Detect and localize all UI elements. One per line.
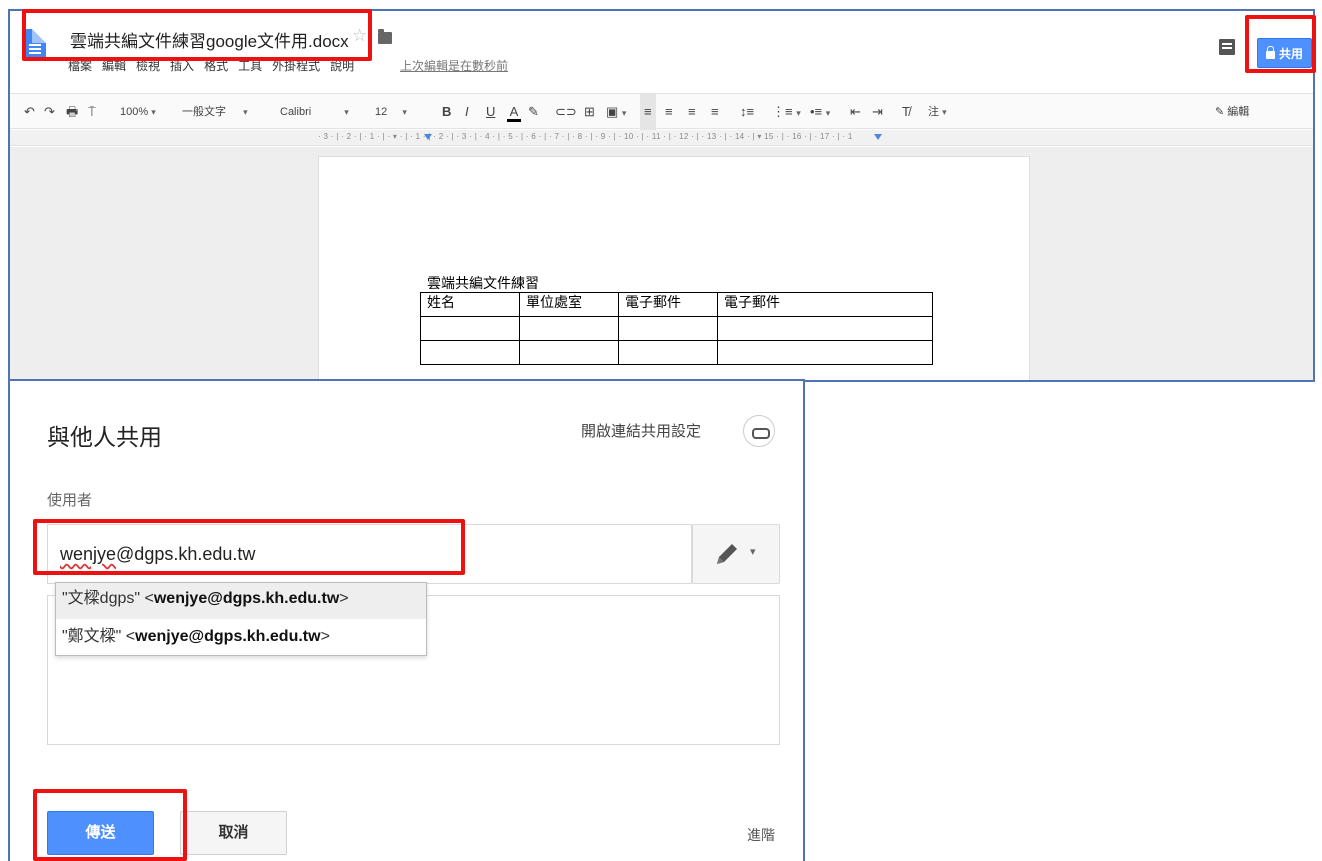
autocomplete-item[interactable]: "文樑dgps" <wenjye@dgps.kh.edu.tw> [56,583,426,619]
ruler[interactable]: · 3 · | · 2 · | · 1 · | · ▾ · | · 1 · | … [10,130,1313,146]
last-edit-status[interactable]: 上次編輯是在數秒前 [400,57,508,74]
print-icon[interactable]: 🖶 [66,94,78,130]
zoom-select[interactable]: 100% ▾ [120,94,156,130]
folder-icon[interactable] [378,29,392,44]
docs-window: 雲端共編文件練習google文件用.docx ☆ 檔案 編輯 檢視 插入 格式 … [8,9,1315,382]
formatting-toolbar: ↶ ↷ 🖶 ⍑ 100% ▾ 一般文字 ▾ Calibri ▾ 12 ▾ B I… [10,93,1313,130]
menu-view[interactable]: 檢視 [136,57,160,74]
table-cell[interactable] [618,316,718,341]
lock-icon [1265,45,1275,59]
bold-button[interactable]: B [442,94,451,130]
document-heading[interactable]: 雲端共編文件練習 [427,273,539,293]
redo-icon[interactable]: ↷ [44,94,55,130]
font-select[interactable]: Calibri ▾ [280,94,349,130]
insert-comment-icon[interactable]: ⊞ [584,94,595,130]
share-dialog: 與他人共用 開啟連結共用設定 使用者 wenjye@dgps.kh.edu.tw… [8,379,805,861]
decrease-indent-icon[interactable]: ⇤ [850,94,861,130]
table-row [420,340,933,365]
menu-help[interactable]: 說明 [330,57,354,74]
table-cell[interactable]: 單位處室 [519,292,619,317]
text-color-button[interactable]: A [507,94,521,130]
table-row [420,316,933,341]
table-cell[interactable] [717,340,933,365]
table-cell[interactable]: 姓名 [420,292,520,317]
link-icon[interactable]: ⊂⊃ [555,94,577,130]
menu-insert[interactable]: 插入 [170,57,194,74]
input-domain-text: @dgps.kh.edu.tw [116,544,256,564]
table-cell[interactable] [420,316,520,341]
table-cell[interactable] [519,316,619,341]
line-spacing-icon[interactable]: ↕≡ [740,94,754,130]
cancel-button[interactable]: 取消 [180,811,287,855]
document-table[interactable]: 姓名 單位處室 電子郵件 電子郵件 [420,292,933,365]
spellcheck-word: wenjye [60,544,117,564]
table-cell[interactable] [717,316,933,341]
clear-formatting-icon[interactable]: T̸ [902,94,910,130]
table-cell[interactable] [420,340,520,365]
editing-mode-button[interactable]: ✎ 編輯 [1215,94,1249,130]
table-cell[interactable] [618,340,718,365]
chevron-down-icon: ▾ [750,546,756,558]
permission-dropdown-button[interactable]: ▾ [692,524,780,584]
italic-button[interactable]: I [465,94,469,130]
pencil-icon [717,544,737,564]
table-cell[interactable]: 電子郵件 [717,292,933,317]
menu-addons[interactable]: 外掛程式 [272,57,320,74]
right-indent-marker[interactable] [874,134,882,140]
style-select[interactable]: 一般文字 ▾ [182,94,248,130]
table-cell[interactable] [519,340,619,365]
document-page[interactable]: 雲端共編文件練習 姓名 單位處室 電子郵件 電子郵件 [318,156,1030,380]
bulleted-list-icon[interactable]: •≡ ▾ [810,94,830,130]
google-docs-logo-icon[interactable] [24,29,46,59]
paint-format-icon[interactable]: ⍑ [88,94,96,130]
link-sharing-settings-link[interactable]: 開啟連結共用設定 [581,420,701,441]
star-icon[interactable]: ☆ [352,26,367,46]
table-cell[interactable]: 電子郵件 [618,292,718,317]
align-center-icon[interactable]: ≡ [665,94,673,130]
underline-button[interactable]: U [486,94,495,130]
table-row: 姓名 單位處室 電子郵件 電子郵件 [420,292,933,317]
undo-icon[interactable]: ↶ [24,94,35,130]
font-size-select[interactable]: 12 ▾ [375,94,407,130]
dialog-title: 與他人共用 [47,424,162,450]
align-justify-icon[interactable]: ≡ [711,94,719,130]
people-label: 使用者 [47,492,93,509]
document-canvas: 雲端共編文件練習 姓名 單位處室 電子郵件 電子郵件 [10,147,1313,380]
align-right-icon[interactable]: ≡ [688,94,696,130]
align-left-icon[interactable]: ≡ [640,94,656,130]
people-input-value[interactable]: wenjye@dgps.kh.edu.tw [60,544,255,565]
menu-file[interactable]: 檔案 [68,57,92,74]
share-button-label: 共用 [1278,46,1303,61]
comments-icon[interactable] [1219,39,1235,55]
numbered-list-icon[interactable]: ⋮≡ ▾ [772,94,801,130]
menu-edit[interactable]: 編輯 [102,57,126,74]
send-button[interactable]: 傳送 [47,811,154,855]
link-icon[interactable] [743,415,775,447]
insert-image-icon[interactable]: ▣ ▾ [606,94,626,130]
increase-indent-icon[interactable]: ⇥ [872,94,883,130]
autocomplete-dropdown: "文樑dgps" <wenjye@dgps.kh.edu.tw> "鄭文樑" <… [55,582,427,656]
docs-header: 雲端共編文件練習google文件用.docx ☆ 檔案 編輯 檢視 插入 格式 … [10,11,1313,91]
share-button[interactable]: 共用 [1257,38,1312,68]
menu-tools[interactable]: 工具 [238,57,262,74]
comment-button[interactable]: 注 ▾ [928,94,947,130]
menu-format[interactable]: 格式 [204,57,228,74]
document-title[interactable]: 雲端共編文件練習google文件用.docx [70,27,349,52]
highlight-color-icon[interactable]: ✎ [528,94,539,130]
advanced-link[interactable]: 進階 [747,825,775,845]
menu-bar: 檔案 編輯 檢視 插入 格式 工具 外掛程式 說明 [68,57,354,74]
autocomplete-item[interactable]: "鄭文樑" <wenjye@dgps.kh.edu.tw> [56,621,426,657]
ruler-scale: · 3 · | · 2 · | · 1 · | · ▾ · | · 1 · | … [318,132,853,141]
